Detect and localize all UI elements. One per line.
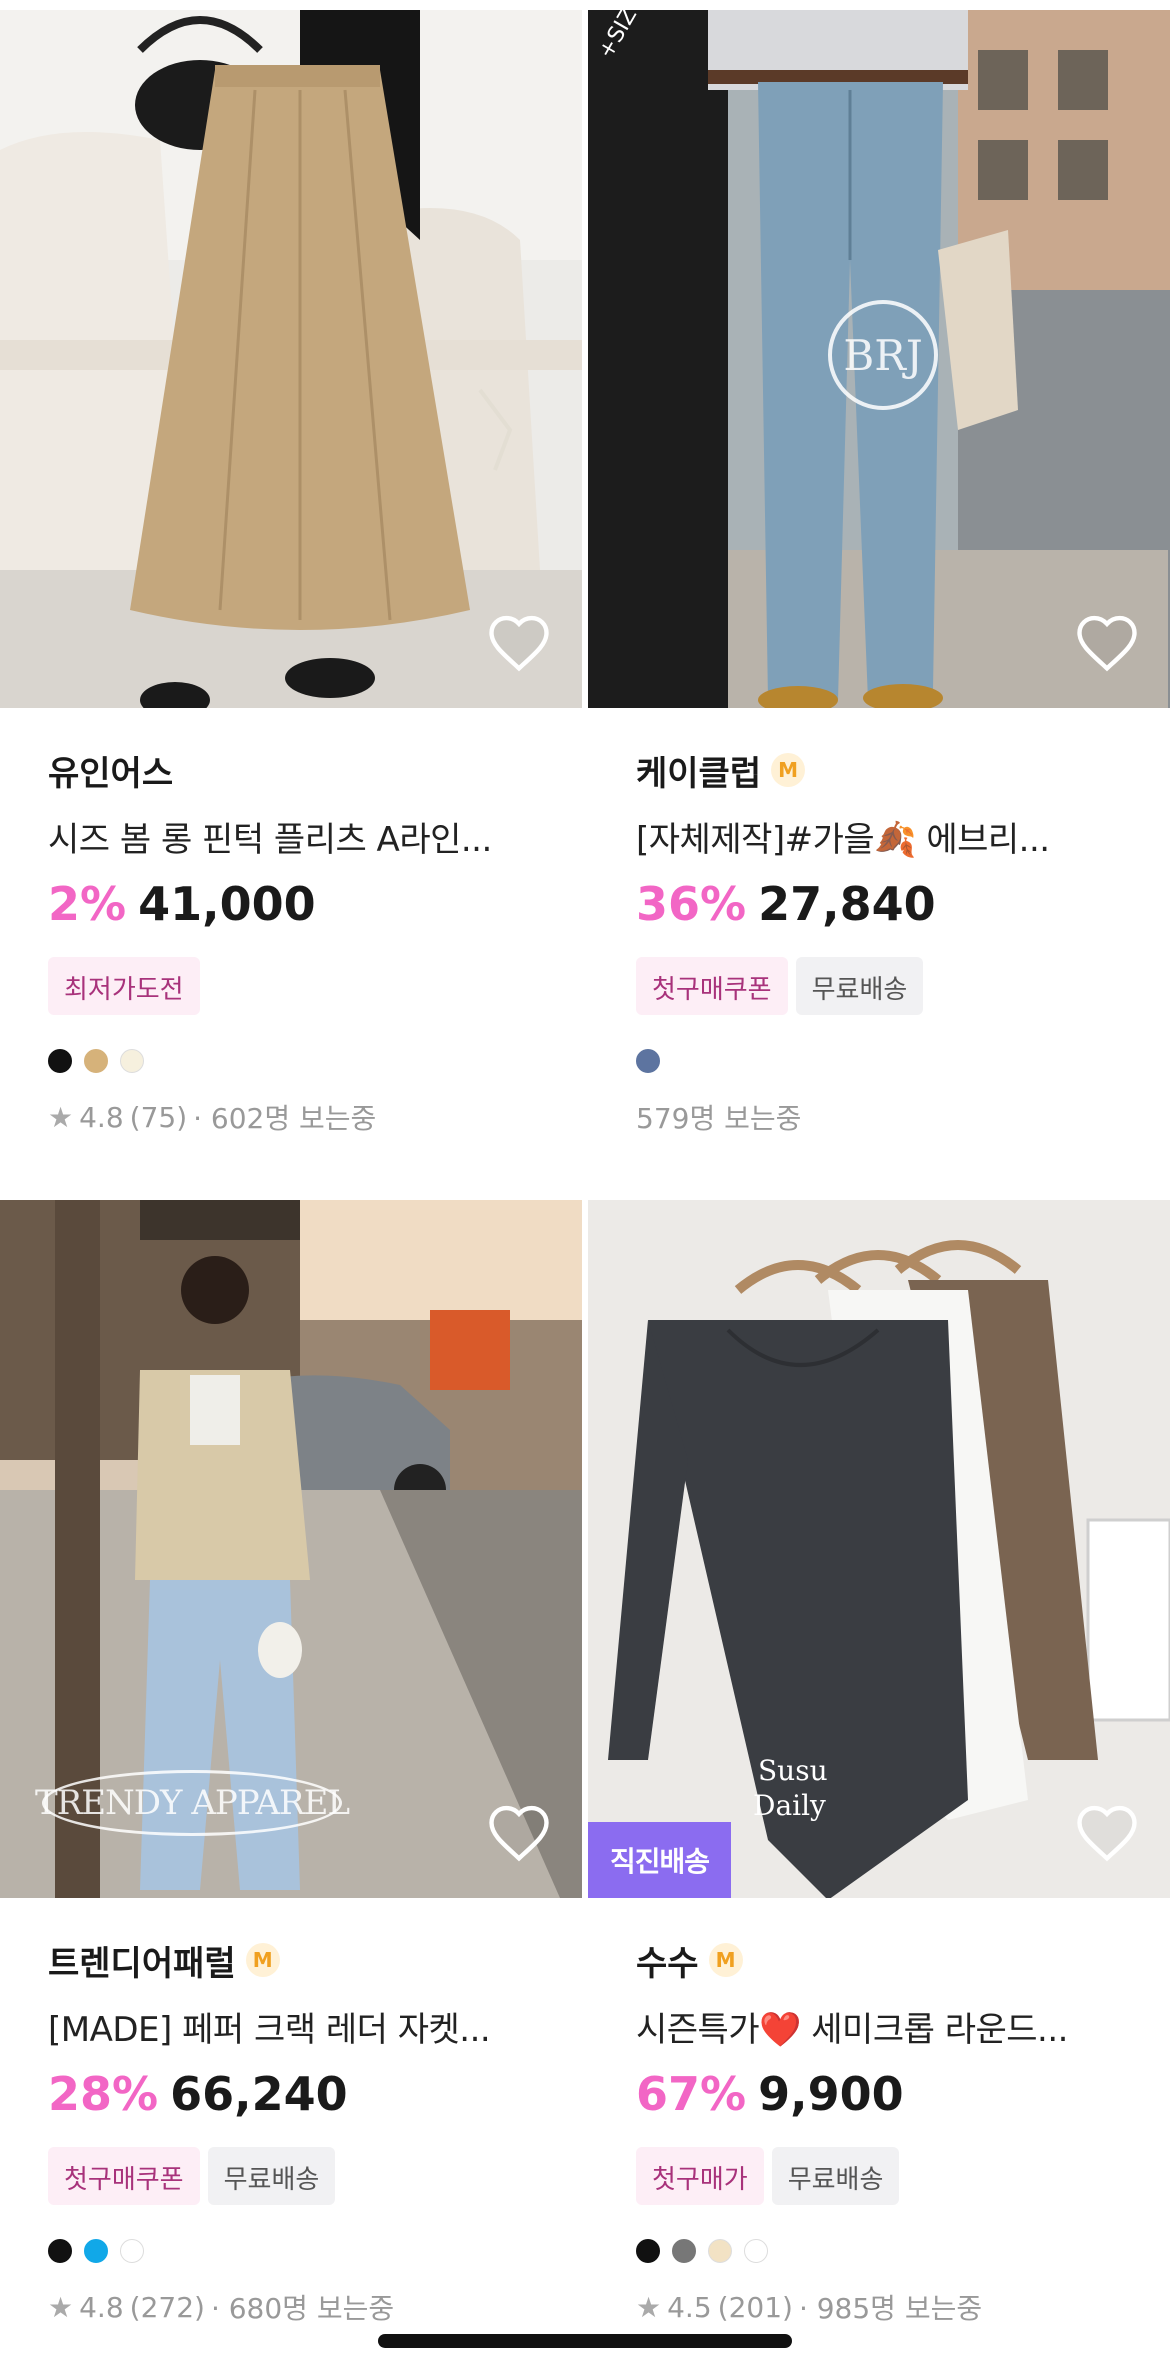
product-photo bbox=[0, 10, 582, 708]
tag-badge: 최저가도전 bbox=[48, 957, 200, 1015]
color-swatch bbox=[672, 2239, 696, 2263]
viewer-count: · 602명 보는중 bbox=[193, 1102, 377, 1135]
seller-label: 케이클럽 bbox=[636, 753, 762, 794]
product-info: 수수 M 시즌특가❤️ 세미크롭 라운드... 67% 9,900 첫구매가 무… bbox=[588, 1898, 1170, 2327]
product-title[interactable]: [MADE] 페퍼 크랙 레더 자켓... bbox=[48, 2002, 568, 2051]
tag-list: 첫구매쿠폰 무료배송 bbox=[48, 2147, 582, 2205]
price-row: 36% 27,840 bbox=[636, 877, 1170, 931]
membership-badge: M bbox=[708, 1943, 743, 1977]
direct-shipping-badge: 직진배송 bbox=[588, 1822, 732, 1898]
price: 27,840 bbox=[758, 877, 936, 931]
color-swatch bbox=[48, 2239, 72, 2263]
product-card[interactable]: TRENDY APPAREL 트렌디어패럴 M [MADE] 페퍼 크랙 레더 … bbox=[0, 1200, 582, 2327]
tag-list: 최저가도전 bbox=[48, 957, 582, 1015]
product-title[interactable]: 시즌특가❤️ 세미크롭 라운드... bbox=[636, 2002, 1156, 2051]
product-meta: ★ 4.8 (272) · 680명 보는중 bbox=[48, 2287, 582, 2327]
product-card[interactable]: 유인어스 시즈 봄 롱 핀턱 플리츠 A라인... 2% 41,000 최저가도… bbox=[0, 0, 582, 1137]
svg-text:Daily: Daily bbox=[753, 1789, 826, 1822]
seller-name[interactable]: 유인어스 bbox=[48, 748, 582, 794]
home-indicator[interactable] bbox=[378, 2334, 792, 2348]
seller-label: 수수 bbox=[636, 1943, 699, 1984]
viewer-count: 579명 보는중 bbox=[636, 1102, 802, 1135]
product-image[interactable]: Susu Daily 직진배송 bbox=[588, 1200, 1170, 1898]
product-title[interactable]: [자체제작]#가을🍂 에브리... bbox=[636, 812, 1156, 861]
product-meta: ★ 4.5 (201) · 985명 보는중 bbox=[636, 2287, 1170, 2327]
color-swatch bbox=[84, 1049, 108, 1073]
color-swatch bbox=[636, 2239, 660, 2263]
color-swatches bbox=[48, 1049, 582, 1075]
product-photo: Susu Daily bbox=[588, 1200, 1170, 1898]
color-swatches bbox=[636, 2239, 1170, 2265]
star-icon: ★ bbox=[48, 2290, 74, 2324]
tag-badge: 무료배송 bbox=[207, 2147, 336, 2205]
tag-badge: 무료배송 bbox=[771, 2147, 900, 2205]
tag-badge: 첫구매쿠폰 bbox=[636, 957, 788, 1015]
viewer-count: · 680명 보는중 bbox=[210, 2292, 395, 2325]
membership-badge: M bbox=[771, 753, 806, 787]
color-swatch bbox=[120, 2239, 144, 2263]
rating: 4.8 bbox=[79, 2290, 124, 2324]
star-icon: ★ bbox=[636, 2290, 662, 2324]
price: 66,240 bbox=[170, 2067, 348, 2121]
color-swatches bbox=[636, 1049, 1170, 1075]
product-info: 트렌디어패럴 M [MADE] 페퍼 크랙 레더 자켓... 28% 66,24… bbox=[0, 1898, 582, 2327]
discount-rate: 67% bbox=[636, 2067, 747, 2121]
color-swatch bbox=[744, 2239, 768, 2263]
tag-list: 첫구매가 무료배송 bbox=[636, 2147, 1170, 2205]
tag-badge: 첫구매가 bbox=[636, 2147, 764, 2205]
color-swatches bbox=[48, 2239, 582, 2265]
product-info: 케이클럽 M [자체제작]#가을🍂 에브리... 36% 27,840 첫구매쿠… bbox=[588, 708, 1170, 1137]
price-row: 28% 66,240 bbox=[48, 2067, 582, 2121]
heart-outline-icon[interactable] bbox=[1074, 612, 1140, 678]
product-info: 유인어스 시즈 봄 롱 핀턱 플리츠 A라인... 2% 41,000 최저가도… bbox=[0, 708, 582, 1137]
seller-name[interactable]: 트렌디어패럴 M bbox=[48, 1938, 582, 1984]
color-swatch bbox=[120, 1049, 144, 1073]
product-title[interactable]: 시즈 봄 롱 핀턱 플리츠 A라인... bbox=[48, 812, 568, 861]
heart-outline-icon[interactable] bbox=[1074, 1802, 1140, 1868]
brand-watermark: BRJ bbox=[828, 300, 938, 410]
seller-label: 유인어스 bbox=[48, 753, 174, 794]
star-icon: ★ bbox=[48, 1100, 74, 1134]
tag-badge: 무료배송 bbox=[795, 957, 924, 1015]
product-meta: ★ 4.8 (75) · 602명 보는중 bbox=[48, 1097, 582, 1137]
color-swatch bbox=[84, 2239, 108, 2263]
discount-rate: 2% bbox=[48, 877, 127, 931]
product-image[interactable]: +SIZ BRJ bbox=[588, 10, 1170, 708]
color-swatch bbox=[708, 2239, 732, 2263]
review-count: (201) bbox=[717, 2290, 793, 2324]
svg-text:Susu: Susu bbox=[758, 1754, 828, 1787]
color-swatch bbox=[48, 1049, 72, 1073]
seller-name[interactable]: 케이클럽 M bbox=[636, 748, 1170, 794]
viewer-count: · 985명 보는중 bbox=[798, 2292, 983, 2325]
product-card[interactable]: +SIZ BRJ 케이클럽 M [자체제작]#가을🍂 에브리... 36% 27… bbox=[588, 0, 1170, 1137]
price-row: 2% 41,000 bbox=[48, 877, 582, 931]
discount-rate: 28% bbox=[48, 2067, 159, 2121]
tag-list: 첫구매쿠폰 무료배송 bbox=[636, 957, 1170, 1015]
review-count: (75) bbox=[129, 1100, 188, 1134]
review-count: (272) bbox=[129, 2290, 205, 2324]
rating: 4.8 bbox=[79, 1100, 124, 1134]
seller-label: 트렌디어패럴 bbox=[48, 1943, 236, 1984]
color-swatch bbox=[636, 1049, 660, 1073]
price-row: 67% 9,900 bbox=[636, 2067, 1170, 2121]
seller-name[interactable]: 수수 M bbox=[636, 1938, 1170, 1984]
price: 9,900 bbox=[758, 2067, 904, 2121]
product-card[interactable]: Susu Daily 직진배송 수수 M 시즌특가❤️ 세미크롭 라운드... … bbox=[588, 1200, 1170, 2327]
heart-outline-icon[interactable] bbox=[486, 612, 552, 678]
discount-rate: 36% bbox=[636, 877, 747, 931]
rating: 4.5 bbox=[667, 2290, 712, 2324]
heart-outline-icon[interactable] bbox=[486, 1802, 552, 1868]
product-image[interactable]: TRENDY APPAREL bbox=[0, 1200, 582, 1898]
price: 41,000 bbox=[138, 877, 316, 931]
membership-badge: M bbox=[245, 1943, 280, 1977]
brand-watermark: TRENDY APPAREL bbox=[35, 1770, 350, 1836]
product-meta: 579명 보는중 bbox=[636, 1097, 1170, 1137]
product-image[interactable] bbox=[0, 10, 582, 708]
tag-badge: 첫구매쿠폰 bbox=[48, 2147, 200, 2205]
